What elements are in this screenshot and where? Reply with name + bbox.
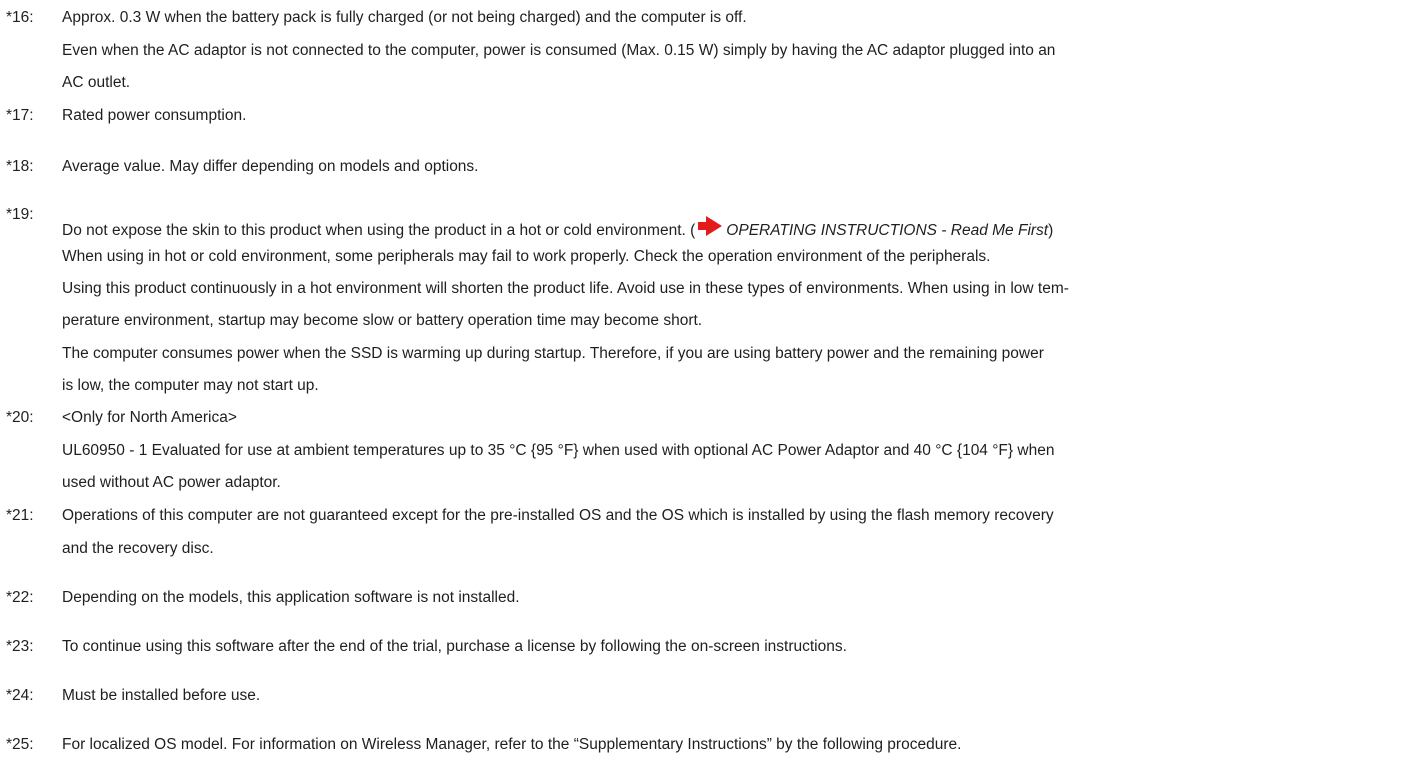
footnote-text-line: Do not expose the skin to this product w…	[62, 215, 1053, 242]
document-page: { "notes": [ { "number": "*16:", "lines"…	[0, 0, 1411, 758]
footnote-text-line: AC outlet.	[62, 74, 131, 91]
reference-separator: -	[937, 222, 951, 239]
closing-paren: )	[1048, 222, 1054, 239]
footnote-text-line: Depending on the models, this applicatio…	[62, 589, 520, 606]
reference-document: Read Me First	[950, 222, 1049, 239]
footnote-text-line: Using this product continuously in a hot…	[62, 280, 1069, 297]
footnote-text-line: perature environment, startup may become…	[62, 312, 703, 329]
footnote-text-line: Rated power consumption.	[62, 107, 247, 124]
footnote-text-line: is low, the computer may not start up.	[62, 377, 319, 394]
footnote-number: *17:	[6, 107, 34, 124]
footnote-text-line: For localized OS model. For information …	[62, 736, 962, 753]
footnote-number: *21:	[6, 507, 34, 524]
reference-title: OPERATING INSTRUCTIONS	[726, 222, 937, 239]
footnote-number: *23:	[6, 638, 34, 655]
footnote-text: Do not expose the skin to this product w…	[62, 222, 696, 239]
footnote-text-line: The computer consumes power when the SSD…	[62, 345, 1044, 362]
footnote-number: *22:	[6, 589, 34, 606]
footnote-text-line: and the recovery disc.	[62, 540, 214, 557]
footnote-text-line: used without AC power adaptor.	[62, 474, 281, 491]
footnote-number: *24:	[6, 687, 34, 704]
footnote-text-line: To continue using this software after th…	[62, 638, 847, 655]
footnote-text-line: Average value. May differ depending on m…	[62, 158, 479, 175]
footnote-text-line: Operations of this computer are not guar…	[62, 507, 1054, 524]
footnote-text-line: UL60950 - 1 Evaluated for use at ambient…	[62, 442, 1055, 459]
footnote-number: *19:	[6, 206, 34, 223]
footnote-text-line: Must be installed before use.	[62, 687, 261, 704]
footnote-text-line: Approx. 0.3 W when the battery pack is f…	[62, 9, 747, 26]
footnote-number: *16:	[6, 9, 34, 26]
footnote-number: *18:	[6, 158, 34, 175]
footnote-text-line: <Only for North America>	[62, 409, 237, 426]
footnote-text-line: When using in hot or cold environment, s…	[62, 248, 991, 265]
footnote-text-line: Even when the AC adaptor is not connecte…	[62, 42, 1056, 59]
footnote-number: *20:	[6, 409, 34, 426]
footnote-number: *25:	[6, 736, 34, 753]
red-arrow-icon	[697, 215, 723, 242]
